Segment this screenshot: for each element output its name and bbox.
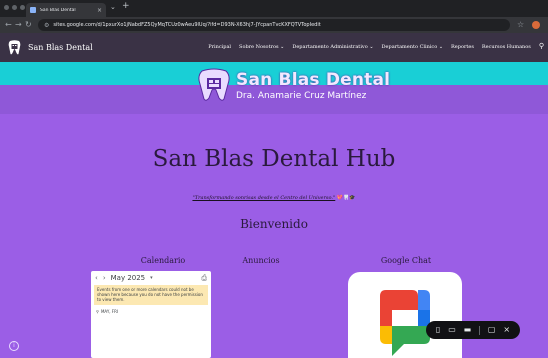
profile-avatar[interactable] [532, 21, 540, 29]
nav-sobre-nosotros[interactable]: Sobre Nosotros ⌄ [239, 44, 284, 50]
welcome-heading: Bienvenido [240, 217, 308, 231]
next-month-icon[interactable]: › [103, 274, 106, 282]
preview-toolbar: ▯ ▭ ▬ ▢ × [426, 321, 520, 339]
calendar-month[interactable]: May 2025 [111, 274, 146, 282]
help-icon[interactable]: i [9, 341, 19, 351]
banner-clinic-name: San Blas Dental [236, 69, 391, 90]
forward-icon[interactable]: → [15, 20, 22, 29]
site-header: San Blas Dental Principal Sobre Nosotros… [0, 33, 548, 62]
site-brand[interactable]: San Blas Dental [8, 40, 93, 55]
site-name: San Blas Dental [28, 43, 93, 52]
window-controls [4, 5, 25, 10]
tagline-link[interactable]: "Transformando sonrisas desde el Centro … [192, 195, 335, 201]
google-chat-tile[interactable] [348, 272, 462, 358]
reload-icon[interactable]: ↻ [25, 20, 32, 29]
search-icon[interactable]: ⚲ [539, 42, 544, 50]
prev-month-icon[interactable]: ‹ [95, 274, 98, 282]
marker-icon: ⚲ [96, 309, 99, 314]
nav-principal[interactable]: Principal [208, 44, 231, 50]
print-icon[interactable]: ⎙ [201, 274, 207, 283]
banner-doctor-name: Dra. Anamarie Cruz Martínez [236, 90, 367, 101]
chat-heading: Google Chat [380, 256, 432, 265]
close-icon[interactable]: × [503, 326, 510, 334]
tab-list-icon[interactable]: ⌄ [110, 3, 116, 11]
nav-recursos-humanos[interactable]: Recursos Humanos [482, 44, 531, 50]
tagline: "Transformando sonrisas desde el Centro … [0, 195, 548, 201]
calendar-date-row: ⚲ MAY, FRI [96, 309, 118, 314]
calendar-warning: Events from one or more calendars could … [94, 285, 208, 305]
browser-tab[interactable]: San Blas Dental × [26, 3, 106, 17]
tooth-logo-icon [8, 40, 21, 55]
site-nav: Principal Sobre Nosotros ⌄ Departamento … [208, 42, 544, 50]
tablet-preview-icon[interactable]: ▭ [448, 326, 456, 334]
tab-title: San Blas Dental [40, 7, 76, 13]
month-dropdown-icon[interactable]: ▾ [150, 275, 153, 281]
new-tab-icon[interactable]: + [122, 1, 130, 11]
browser-tab-bar: San Blas Dental × ⌄ + [0, 0, 548, 17]
nav-clinico[interactable]: Departamento Clinico ⌄ [382, 44, 444, 50]
back-icon[interactable]: ← [5, 20, 12, 29]
calendar-heading: Calendario [140, 256, 186, 265]
tagline-emoji: 💖🦷🎓 [336, 195, 356, 201]
comment-icon[interactable]: ▢ [488, 326, 496, 334]
maximize-window-icon[interactable] [20, 5, 25, 10]
tab-close-icon[interactable]: × [97, 7, 102, 14]
google-chat-icon [380, 290, 430, 356]
site-info-icon[interactable]: ⚙ [44, 22, 49, 29]
announcements-heading: Anuncios [242, 256, 280, 265]
bookmark-star-icon[interactable]: ☆ [517, 20, 524, 29]
clinic-logo: San Blas Dental Dra. Anamarie Cruz Martí… [198, 68, 390, 102]
calendar-header: ‹ › May 2025 ▾ [95, 274, 153, 282]
nav-administrativo[interactable]: Departamento Administrativo ⌄ [292, 44, 373, 50]
minimize-window-icon[interactable] [12, 5, 17, 10]
page-title: San Blas Dental Hub [152, 146, 396, 172]
phone-preview-icon[interactable]: ▯ [436, 326, 440, 334]
nav-reportes[interactable]: Reportes [451, 44, 474, 50]
calendar-date: MAY, FRI [100, 309, 119, 314]
calendar-embed[interactable]: ‹ › May 2025 ▾ ⎙ Events from one or more… [91, 271, 211, 358]
tooth-logo-icon [198, 68, 230, 101]
address-bar[interactable]: ⚙ sites.google.com/d/1pxurXo1jNabdFZ5QyM… [38, 19, 510, 31]
desktop-preview-icon[interactable]: ▬ [464, 326, 472, 334]
toolbar-divider [479, 325, 481, 335]
close-window-icon[interactable] [4, 5, 9, 10]
browser-toolbar: ← → ↻ ⚙ sites.google.com/d/1pxurXo1jNabd… [0, 17, 548, 33]
tab-favicon-icon [30, 7, 36, 13]
url-text: sites.google.com/d/1pxurXo1jNabdFZ5QyMqT… [53, 22, 321, 28]
